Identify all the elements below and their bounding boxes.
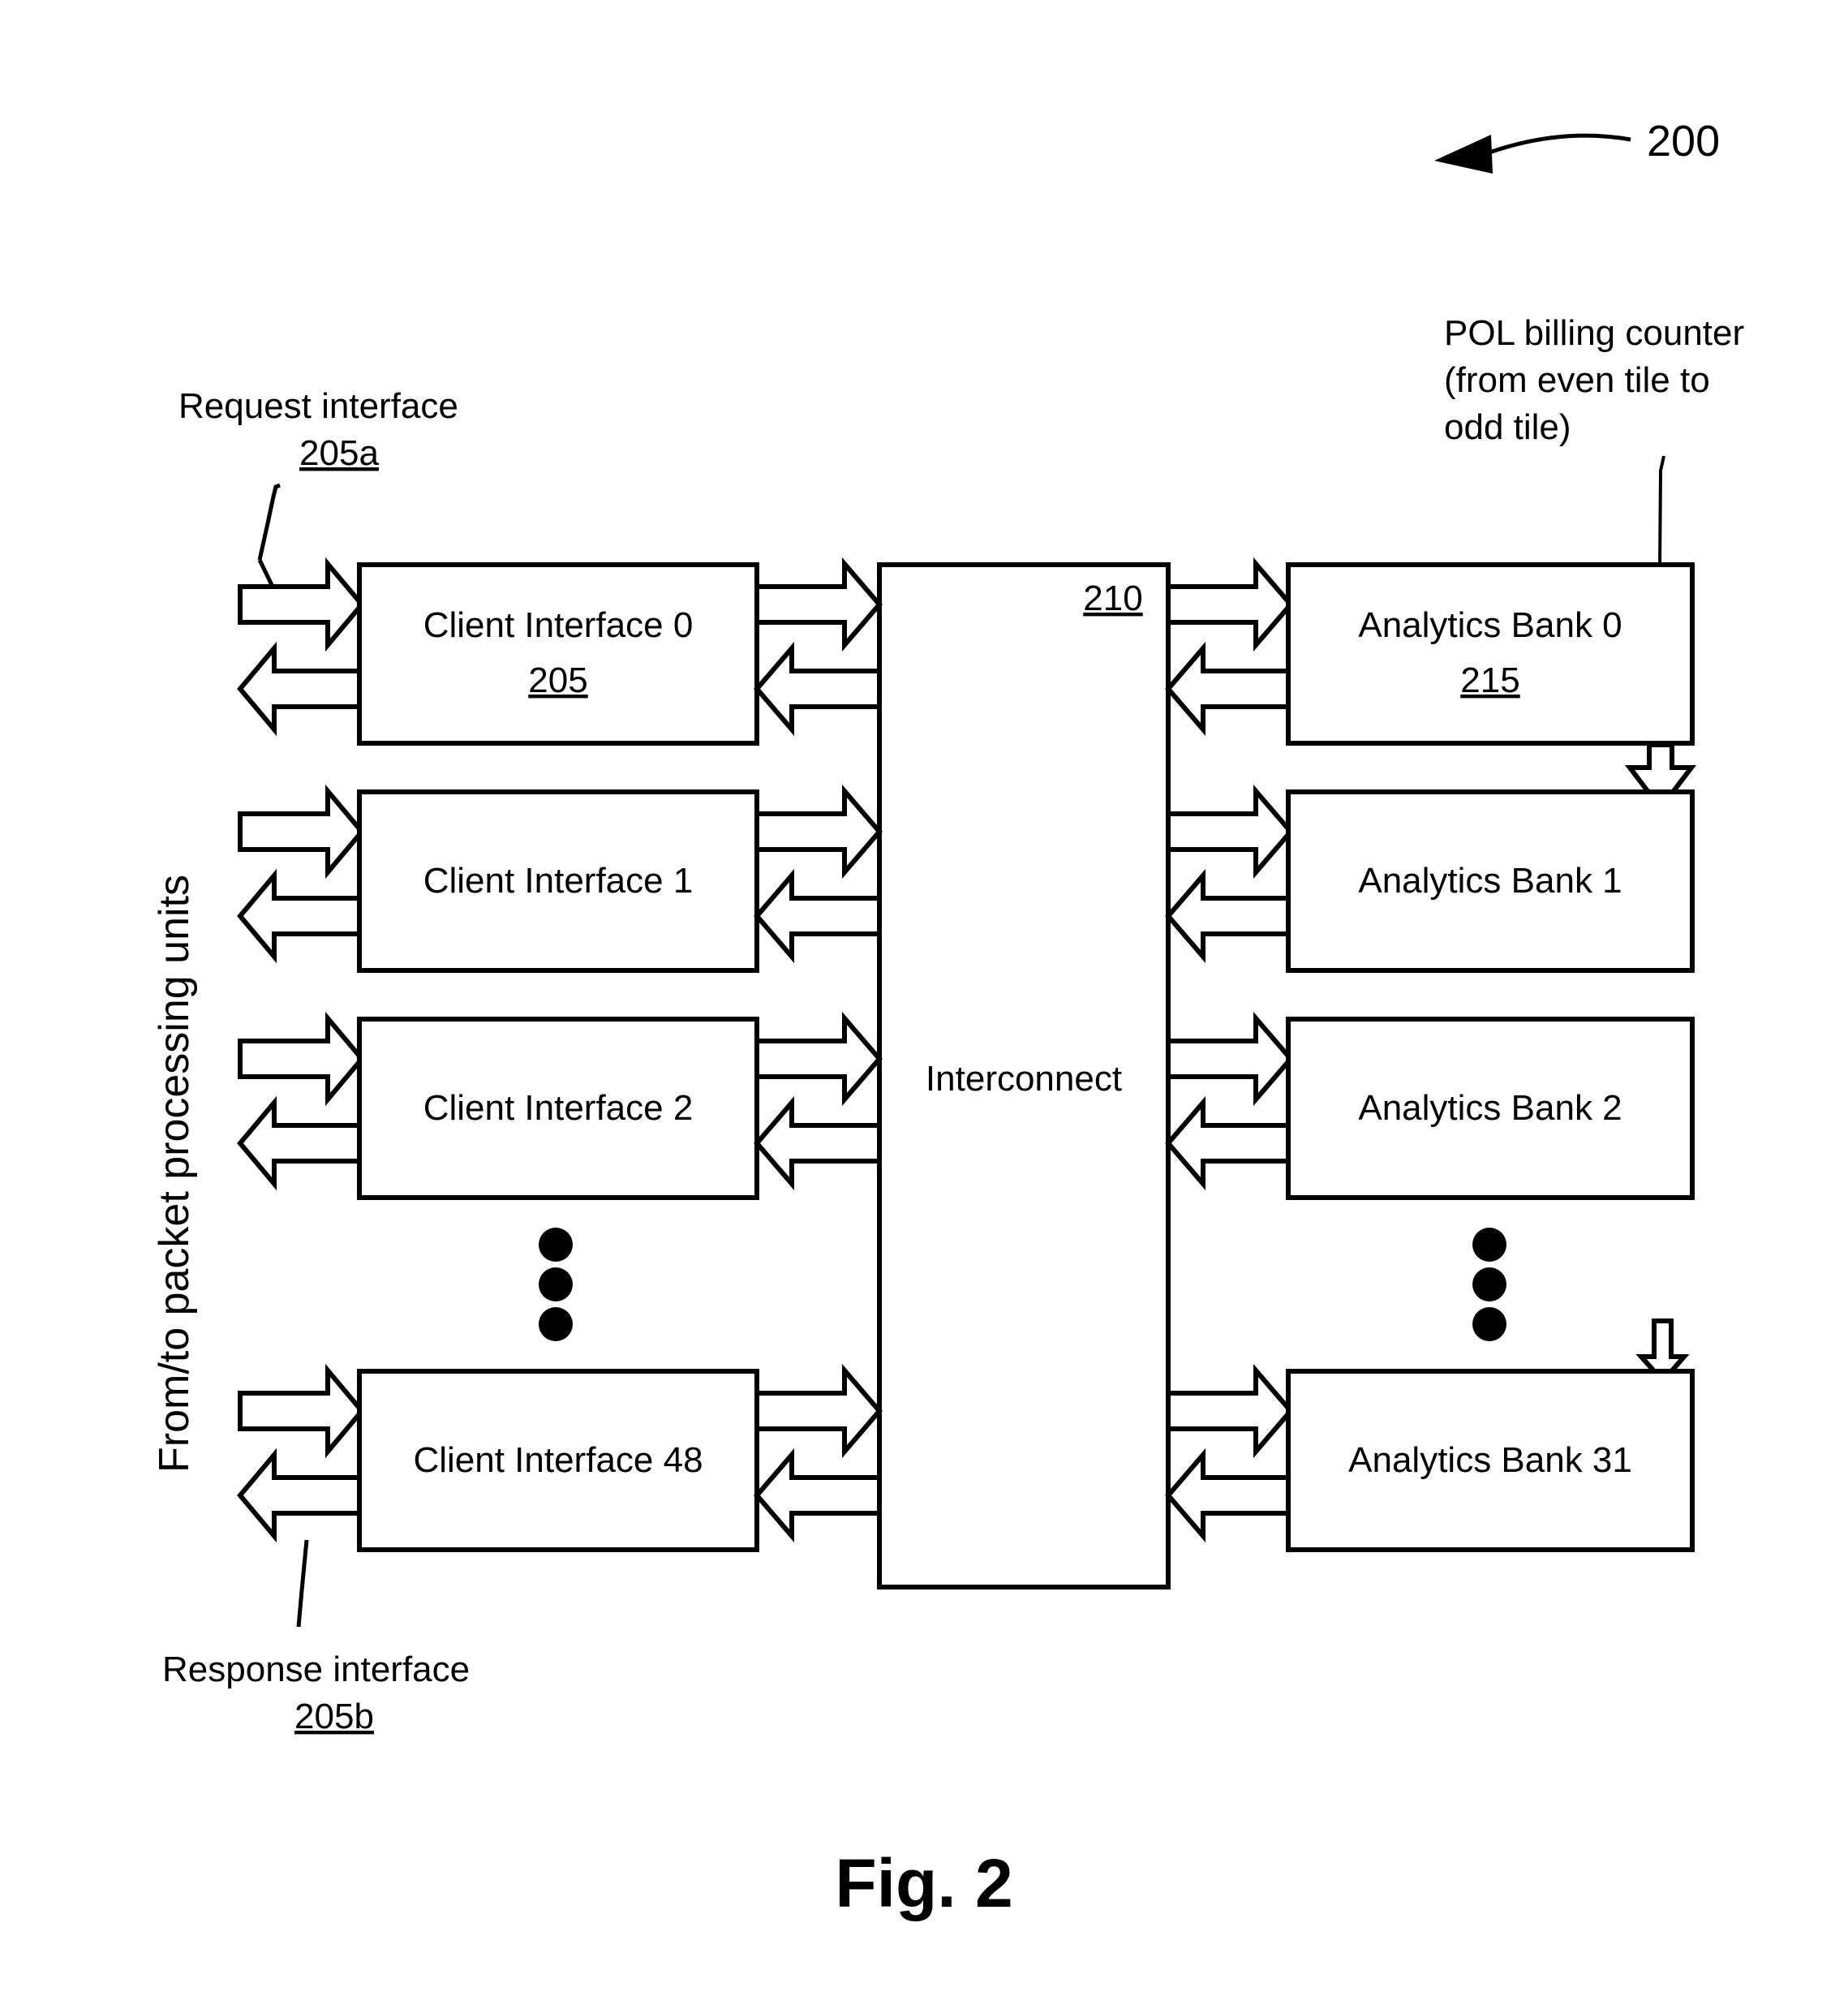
interconnect-to-client-0-arrow <box>754 641 882 737</box>
request-arrow-client-2 <box>238 1011 365 1107</box>
request-arrow-client-1 <box>238 784 365 880</box>
figure-caption: Fig. 2 <box>835 1845 1012 1921</box>
response-interface-label: Response interface <box>162 1650 470 1689</box>
analytics-bank-0-ref: 215 <box>1460 660 1519 700</box>
client-interface-48-label: Client Interface 48 <box>413 1440 703 1480</box>
analytics-bank-31-block[interactable]: Analytics Bank 31 <box>1286 1369 1695 1552</box>
client-interface-1-label: Client Interface 1 <box>423 861 694 901</box>
analytics-bank-0-label: Analytics Bank 0 <box>1358 605 1622 645</box>
interconnect-label: Interconnect <box>926 1059 1122 1099</box>
analytics-bank-0-block[interactable]: Analytics Bank 0 215 <box>1286 562 1695 746</box>
ellipsis-dot <box>1472 1228 1506 1262</box>
client-interface-0-box[interactable] <box>357 562 759 746</box>
client-interface-0-label: Client Interface 0 <box>423 605 694 645</box>
response-arrow-client-0 <box>237 641 364 737</box>
pol-annotation-line-2: (from even tile to <box>1444 360 1710 400</box>
bank-31-to-interconnect-arrow <box>1165 1448 1293 1543</box>
client-ellipsis <box>539 1228 573 1341</box>
ellipsis-dot <box>539 1307 573 1341</box>
client-interface-2-block[interactable]: Client Interface 2 <box>357 1017 759 1200</box>
client-interface-2-label: Client Interface 2 <box>423 1088 694 1128</box>
ellipsis-dot <box>539 1267 573 1301</box>
ellipsis-dot <box>1472 1307 1506 1341</box>
client-interface-48-block[interactable]: Client Interface 48 <box>357 1369 759 1552</box>
ellipsis-dot <box>1472 1267 1506 1301</box>
response-arrow-client-1 <box>237 868 364 964</box>
response-interface-annotation: Response interface 205b <box>162 1539 470 1736</box>
figure-number-callout: 200 <box>1434 117 1720 174</box>
client-2-to-interconnect-arrow <box>754 1011 883 1107</box>
analytics-bank-0-box[interactable] <box>1286 562 1695 746</box>
client-48-to-interconnect-arrow <box>754 1363 883 1459</box>
from-to-packet-processing-units-label: From/to packet processing units <box>151 875 198 1473</box>
request-interface-ref: 205a <box>299 433 379 473</box>
request-interface-annotation: Request interface 205a <box>178 386 458 588</box>
analytics-bank-2-block[interactable]: Analytics Bank 2 <box>1286 1017 1695 1200</box>
interconnect-to-bank-2-arrow <box>1166 1011 1294 1107</box>
response-interface-ref: 205b <box>294 1697 374 1736</box>
client-interface-0-block[interactable]: Client Interface 0 205 <box>357 562 759 746</box>
analytics-bank-1-label: Analytics Bank 1 <box>1358 861 1622 901</box>
interconnect-to-bank-1-arrow <box>1166 784 1294 880</box>
bank-2-to-interconnect-arrow <box>1165 1095 1293 1191</box>
interconnect-to-client-1-arrow <box>754 868 882 964</box>
analytics-bank-2-label: Analytics Bank 2 <box>1358 1088 1622 1128</box>
figure-number-text: 200 <box>1647 117 1720 166</box>
client-interface-0-ref: 205 <box>528 660 587 700</box>
interconnect-to-client-48-arrow <box>754 1448 882 1543</box>
diagram-canvas: 200 POL billing counter (from even tile … <box>151 117 1744 1921</box>
analytics-bank-1-block[interactable]: Analytics Bank 1 <box>1286 789 1695 973</box>
pol-annotation-line-1: POL billing counter <box>1444 313 1744 353</box>
bank-0-to-interconnect-arrow <box>1165 641 1293 737</box>
analytics-ellipsis <box>1472 1228 1506 1341</box>
interconnect-ref: 210 <box>1083 579 1142 618</box>
side-label-group: From/to packet processing units <box>151 875 198 1473</box>
analytics-bank-31-label: Analytics Bank 31 <box>1348 1440 1632 1480</box>
client-interface-1-block[interactable]: Client Interface 1 <box>357 789 759 973</box>
interconnect-to-bank-31-arrow <box>1166 1363 1294 1459</box>
client-1-to-interconnect-arrow <box>754 784 883 880</box>
client-0-to-interconnect-arrow <box>754 557 883 652</box>
response-arrow-client-2 <box>237 1095 364 1191</box>
interconnect-to-client-2-arrow <box>754 1095 882 1191</box>
request-arrow-client-48 <box>238 1363 365 1459</box>
patent-figure-200: 200 POL billing counter (from even tile … <box>0 0 1848 1996</box>
response-arrow-client-48 <box>237 1448 364 1543</box>
bank-1-to-interconnect-arrow <box>1165 868 1293 964</box>
request-interface-label: Request interface <box>178 386 458 426</box>
interconnect-block[interactable]: 210 Interconnect <box>877 562 1171 1589</box>
interconnect-to-bank-0-arrow <box>1166 557 1294 652</box>
ellipsis-dot <box>539 1228 573 1262</box>
pol-annotation-line-3: odd tile) <box>1444 407 1571 447</box>
request-arrow-client-0 <box>238 557 365 652</box>
